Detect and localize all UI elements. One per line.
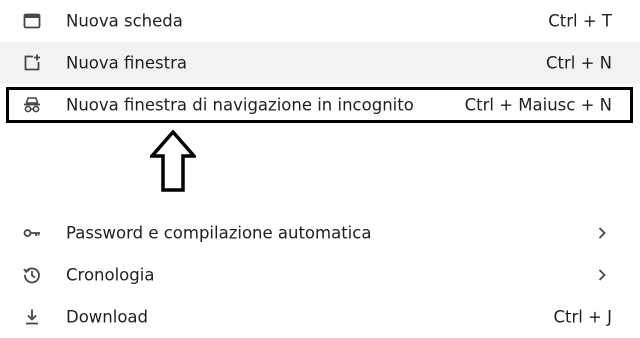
menu-item-label: Nuova finestra	[66, 53, 187, 73]
menu-item-label: Download	[66, 307, 149, 327]
menu-item-label: Password e compilazione automatica	[66, 223, 372, 243]
download-icon	[22, 307, 42, 327]
menu-item-incognito-window[interactable]: Nuova finestra di navigazione in incogni…	[0, 84, 640, 126]
new-tab-icon	[22, 11, 42, 31]
menu-item-new-tab[interactable]: Nuova scheda Ctrl + T	[0, 0, 640, 42]
keyboard-shortcut: Ctrl + Maiusc + N	[464, 95, 612, 115]
new-window-icon	[22, 53, 42, 73]
chevron-right-icon	[596, 225, 608, 241]
menu-item-label: Cronologia	[66, 265, 155, 285]
keyboard-shortcut: Ctrl + J	[553, 307, 612, 327]
menu-item-history[interactable]: Cronologia	[0, 254, 640, 296]
keyboard-shortcut: Ctrl + T	[548, 11, 612, 31]
keyboard-shortcut: Ctrl + N	[545, 53, 612, 73]
menu-item-new-window[interactable]: Nuova finestra Ctrl + N	[0, 42, 640, 84]
incognito-icon	[22, 95, 42, 115]
menu-item-downloads[interactable]: Download Ctrl + J	[0, 296, 640, 338]
menu-item-label: Nuova finestra di navigazione in incogni…	[66, 95, 414, 115]
key-icon	[22, 223, 42, 243]
chevron-right-icon	[596, 267, 608, 283]
menu-item-label: Nuova scheda	[66, 11, 183, 31]
menu-item-passwords-autofill[interactable]: Password e compilazione automatica	[0, 212, 640, 254]
history-icon	[22, 265, 42, 285]
up-arrow-icon	[148, 129, 198, 192]
